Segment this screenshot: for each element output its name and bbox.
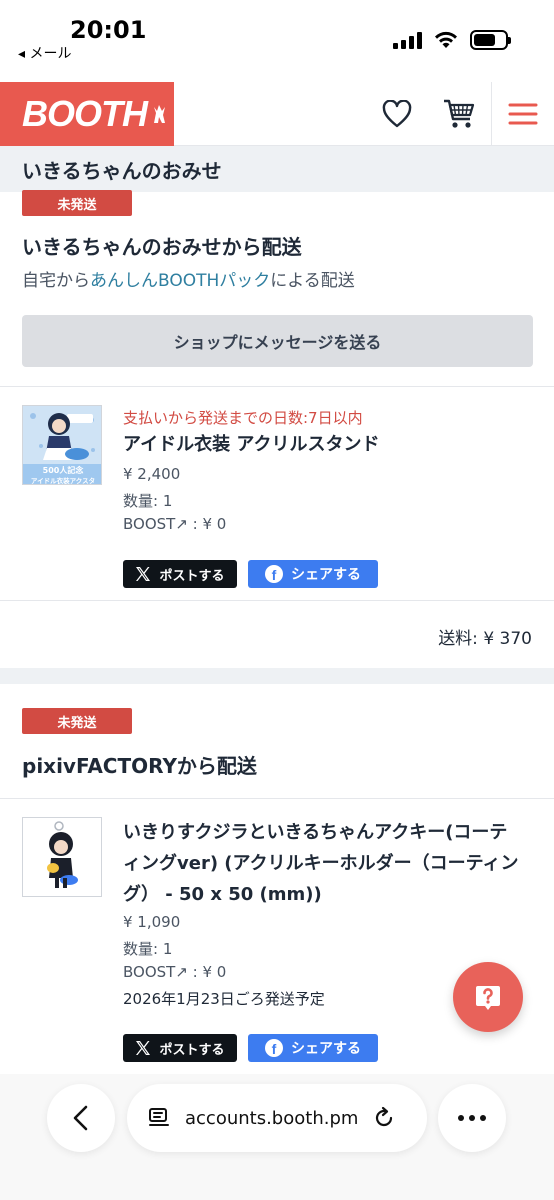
share-facebook-button[interactable]: f シェアする [248,1034,378,1062]
shipping-method: 自宅からあんしんBOOTHパックによる配送 [22,266,355,291]
more-dots-icon [458,1115,486,1121]
item-image: 500人記念 アイドル衣装アクスタ [23,406,101,485]
status-badge: 未発送 [22,190,132,216]
shop-title[interactable]: いきるちゃんのおみせ [22,155,222,184]
share-facebook-label: シェアする [291,567,361,583]
item-name-line-1[interactable]: いきりすクジラといきるちゃんアクキー(コーテ [123,818,507,848]
battery-icon [470,30,511,50]
section-divider [0,386,554,387]
x-logo-icon [136,1041,151,1055]
item-price: ¥ 1,090 [123,913,181,931]
shipping-method-suffix: による配送 [270,271,355,291]
share-x-button[interactable]: ポストする [123,560,237,588]
shipping-method-prefix: 自宅から [22,271,90,291]
address-bar[interactable]: accounts.booth.pm [127,1084,427,1152]
facebook-logo-icon: f [265,565,283,583]
share-x-label: ポストする [159,568,225,584]
help-button[interactable] [453,962,523,1032]
shipper-title: pixivFACTORYから配送 [22,754,257,778]
section-divider [0,600,554,601]
more-options-button[interactable] [438,1084,506,1152]
header-divider [491,82,492,146]
status-bar: 20:01 ◂ メール [0,0,554,70]
help-question-icon [476,986,500,1010]
site-header: BOOTH [0,82,554,146]
status-time: 20:01 [70,16,147,44]
item-quantity: 数量: 1 [123,492,173,510]
status-icons [393,30,511,50]
status-badge: 未発送 [22,708,132,734]
order-separator [0,668,554,684]
cellular-signal-icon [393,31,422,49]
booth-mascot-icon [154,105,165,123]
shop-title-bar: いきるちゃんのおみせ [0,146,554,192]
browser-bottom-bar: accounts.booth.pm [0,1074,554,1200]
item-price: ¥ 2,400 [123,465,181,483]
item-thumbnail-acrylic-keychain[interactable] [22,817,102,897]
item-name-line-2[interactable]: ィングver) (アクリルキーホルダー（コーティン [123,849,519,879]
shipping-fee: 送料: ¥ 370 [438,629,532,649]
section-divider [0,798,554,799]
item-thumbnail-acrylic-stand[interactable]: 500人記念 アイドル衣装アクスタ [22,405,102,485]
estimated-ship-date: 2026年1月23日ごろ発送予定 [123,990,325,1008]
browser-back-button[interactable] [47,1084,115,1152]
thumb-caption-1: 500人記念 [43,465,84,475]
back-to-mail-link[interactable]: ◂ メール [18,43,71,63]
favorites-heart-icon[interactable] [377,94,417,134]
share-x-label: ポストする [159,1042,225,1058]
item-details: 支払いから発送までの日数:7日以内 [123,407,363,428]
share-facebook-label: シェアする [291,1041,361,1057]
logo-text: BOOTH [22,93,148,134]
share-facebook-button[interactable]: f シェアする [248,560,378,588]
booth-logo[interactable]: BOOTH [0,82,174,146]
item-boost: BOOST↗ : ¥ 0 [123,963,227,981]
facebook-logo-icon: f [265,1039,283,1057]
shipper-title: いきるちゃんのおみせから配送 [22,235,302,259]
anshin-booth-pack-link[interactable]: あんしんBOOTHパック [90,271,270,291]
item-boost: BOOST↗ : ¥ 0 [123,515,227,533]
wifi-icon [435,31,457,48]
hamburger-menu-icon[interactable] [503,94,543,134]
cart-icon[interactable] [439,94,479,134]
chevron-left-icon [73,1105,88,1131]
reader-mode-icon[interactable] [147,1106,171,1130]
message-shop-button[interactable]: ショップにメッセージを送る [22,315,533,367]
thumb-caption-2: アイドル衣装アクスタ [31,476,95,485]
url-text[interactable]: accounts.booth.pm [185,1108,358,1129]
reload-icon[interactable] [372,1106,396,1130]
item-name-line-3[interactable]: グ） - 50 x 50 (mm)) [123,880,322,910]
item-name[interactable]: アイドル衣装 アクリルスタンド [123,430,379,460]
shipping-deadline: 支払いから発送までの日数:7日以内 [123,409,363,427]
share-x-button[interactable]: ポストする [123,1034,237,1062]
item-image [23,818,101,896]
x-logo-icon [136,567,151,581]
item-quantity: 数量: 1 [123,940,173,958]
